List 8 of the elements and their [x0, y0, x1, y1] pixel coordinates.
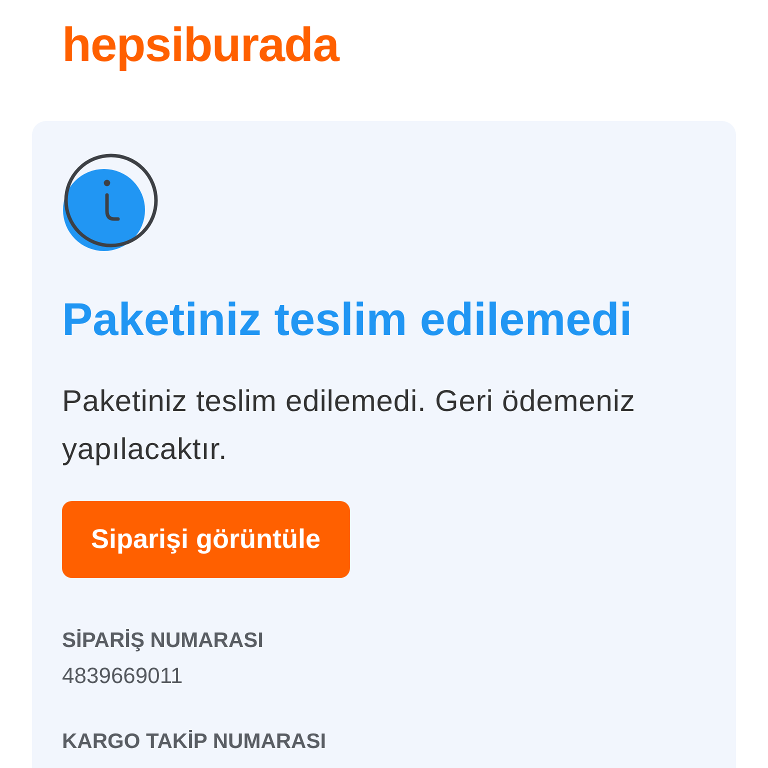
- info-icon: [62, 152, 160, 252]
- field-value: 4839669011: [62, 662, 184, 690]
- field-label: SİPARİŞ NUMARASI: [62, 628, 264, 654]
- notice-message: Paketiniz teslim edilemedi. Geri ödemeniz yapılacaktır.: [62, 384, 636, 468]
- field-label: KARGO TAKİP NUMARASI: [62, 729, 326, 755]
- view-order-button[interactable]: Siparişi görüntüle: [62, 501, 350, 578]
- notice-title: Paketiniz teslim edilemedi: [62, 292, 632, 347]
- logo: hepsiburada: [62, 20, 339, 73]
